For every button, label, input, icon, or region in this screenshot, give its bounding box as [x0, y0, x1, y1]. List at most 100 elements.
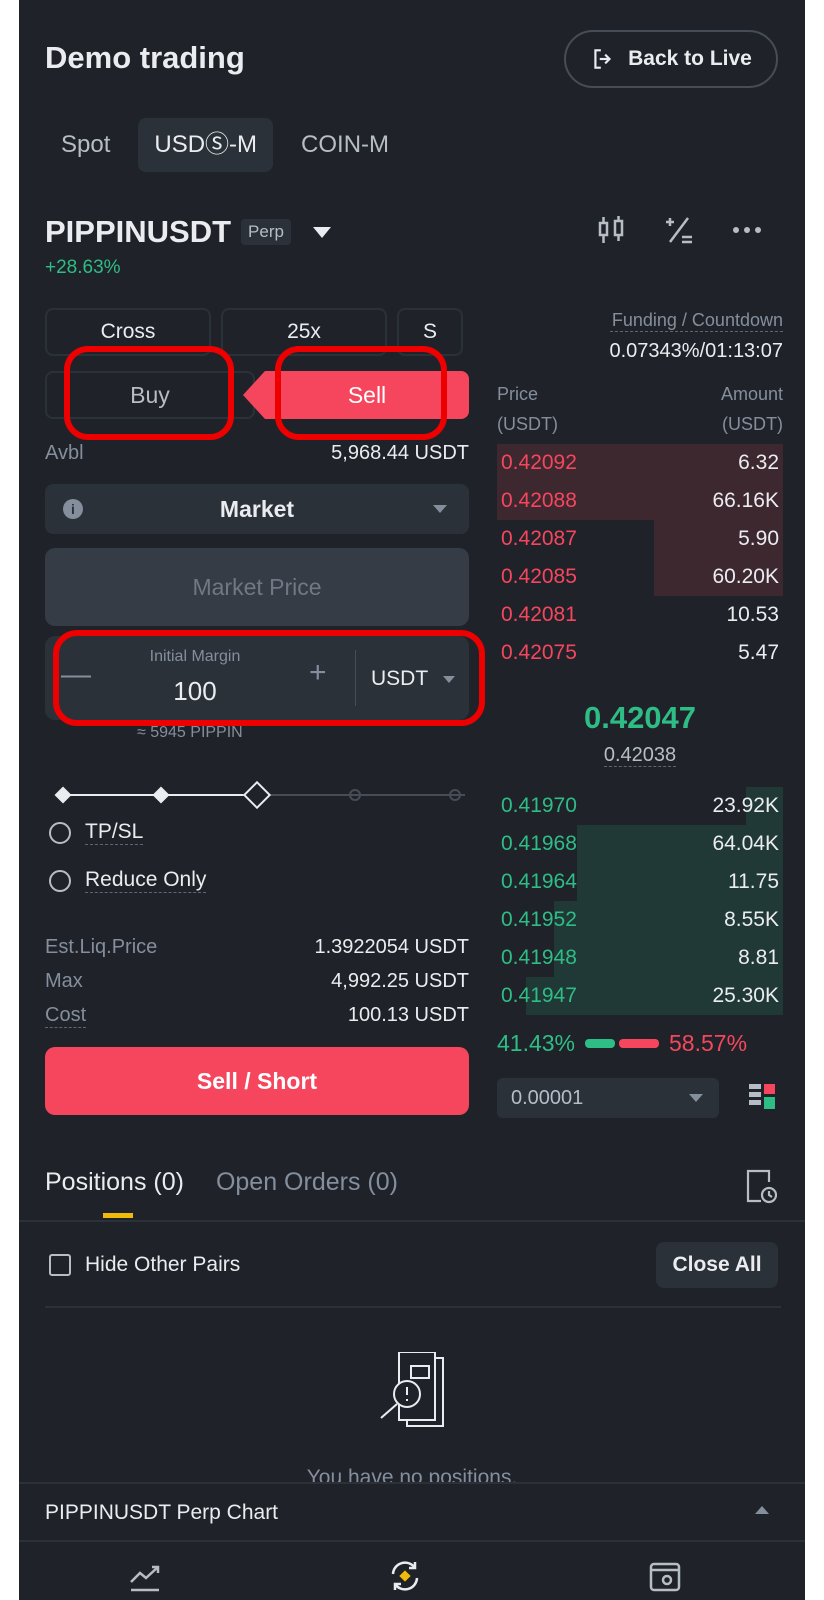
empty-document-icon	[380, 1352, 444, 1427]
bid-row[interactable]: 0.41968 64.04K	[497, 825, 783, 863]
max-value: 4,992.25 USDT	[331, 970, 469, 992]
slider-track	[257, 794, 465, 796]
max-row: Max 4,992.25 USDT	[45, 970, 469, 993]
chevron-up-icon[interactable]	[755, 1506, 769, 1514]
avbl-value: 5,968.44 USDT	[331, 442, 469, 464]
ask-amount: 66.16K	[712, 489, 779, 512]
markets-icon[interactable]	[125, 1556, 165, 1596]
ask-amount: 10.53	[726, 603, 779, 626]
close-all-button[interactable]: Close All	[656, 1242, 778, 1288]
bid-price: 0.41970	[501, 794, 577, 817]
cost-row: Cost 100.13 USDT	[45, 1004, 469, 1028]
bid-row[interactable]: 0.41948 8.81	[497, 939, 783, 977]
slider-step-0[interactable]	[54, 786, 72, 804]
hide-other-pairs-option[interactable]: Hide Other Pairs	[49, 1253, 240, 1277]
ask-amount: 5.47	[738, 641, 779, 664]
sell-short-button[interactable]: Sell / Short	[45, 1047, 469, 1115]
ask-row[interactable]: 0.42092 6.32	[497, 444, 783, 482]
highlight-sell	[275, 346, 447, 440]
tpsl-option[interactable]: TP/SL	[49, 820, 144, 845]
reduce-only-radio[interactable]	[49, 869, 71, 892]
bid-row[interactable]: 0.41947 25.30K	[497, 977, 783, 1015]
sell-ratio-bar	[619, 1039, 660, 1048]
app-root: Demo trading Back to Live Spot USDⓈ-M CO…	[19, 0, 805, 1600]
bid-row[interactable]: 0.41952 8.55K	[497, 901, 783, 939]
chevron-down-icon	[312, 226, 331, 238]
available-balance: Avbl 5,968.44 USDT	[45, 442, 469, 465]
ask-row[interactable]: 0.42085 60.20K	[497, 558, 783, 596]
ask-price: 0.42087	[501, 527, 577, 550]
market-price-field[interactable]: Market Price	[45, 548, 469, 626]
avbl-label: Avbl	[45, 442, 84, 464]
amount-slider[interactable]	[54, 780, 465, 810]
market-tabs: Spot USDⓈ-M COIN-M	[45, 118, 405, 172]
ask-row[interactable]: 0.42088 66.16K	[497, 482, 783, 520]
candlestick-icon[interactable]	[594, 213, 628, 247]
funding-label[interactable]: Funding / Countdown	[609, 310, 783, 332]
wallet-icon[interactable]	[645, 1556, 685, 1596]
tpsl-radio[interactable]	[49, 821, 71, 844]
amount-unit: (USDT)	[722, 414, 783, 434]
highlight-margin	[53, 630, 485, 726]
bid-amount: 23.92K	[712, 794, 779, 817]
price-unit: (USDT)	[497, 414, 558, 434]
chart-drawer[interactable]: PIPPINUSDT Perp Chart	[19, 1482, 805, 1540]
precision-select[interactable]: 0.00001	[497, 1078, 719, 1118]
ask-price: 0.42075	[501, 641, 577, 664]
bid-amount: 64.04K	[712, 832, 779, 855]
history-icon[interactable]	[745, 1168, 777, 1204]
bid-price: 0.41964	[501, 870, 577, 893]
reduce-only-option[interactable]: Reduce Only	[49, 868, 207, 893]
tab-spot[interactable]: Spot	[45, 118, 126, 172]
ask-row[interactable]: 0.42087 5.90	[497, 520, 783, 558]
order-type-select[interactable]: i Market	[45, 484, 469, 534]
orderbook-header: Price (USDT) Amount (USDT)	[497, 379, 783, 439]
bid-amount: 11.75	[728, 870, 779, 893]
pair-toolbar	[594, 213, 764, 247]
ask-price: 0.42088	[501, 489, 577, 512]
pair-selector[interactable]: PIPPINUSDT Perp	[45, 214, 331, 250]
trade-icon[interactable]	[385, 1556, 425, 1596]
bid-price: 0.41952	[501, 908, 577, 931]
cost-value: 100.13 USDT	[347, 1004, 469, 1026]
ask-amount: 5.90	[738, 527, 779, 550]
info-icon[interactable]: i	[63, 499, 83, 519]
pair-symbol: PIPPINUSDT	[45, 214, 232, 249]
ask-price: 0.42085	[501, 565, 577, 588]
perp-tag: Perp	[241, 219, 291, 245]
tab-positions[interactable]: Positions (0)	[45, 1168, 184, 1197]
book-layout-icon[interactable]	[747, 1082, 777, 1112]
tab-usds-m[interactable]: USDⓈ-M	[138, 118, 274, 172]
slider-step-100[interactable]	[449, 789, 461, 801]
active-tab-indicator	[103, 1213, 133, 1218]
chart-drawer-title: PIPPINUSDT Perp Chart	[45, 1501, 279, 1524]
bid-amount: 8.81	[738, 946, 779, 969]
bid-price: 0.41947	[501, 984, 577, 1007]
calculator-icon[interactable]	[662, 213, 696, 247]
ask-amount: 6.32	[738, 451, 779, 474]
slider-handle[interactable]	[242, 780, 272, 810]
ask-price: 0.42092	[501, 451, 577, 474]
back-to-live-button[interactable]: Back to Live	[564, 30, 778, 88]
hide-other-pairs-checkbox[interactable]	[49, 1254, 71, 1276]
bid-row[interactable]: 0.41970 23.92K	[497, 787, 783, 825]
tab-coin-m[interactable]: COIN-M	[285, 118, 405, 172]
more-icon[interactable]	[730, 213, 764, 247]
slider-step-75[interactable]	[349, 789, 361, 801]
mark-price[interactable]: 0.42038	[497, 744, 783, 767]
tpsl-label: TP/SL	[85, 820, 144, 845]
est-liq-value: 1.3922054 USDT	[314, 936, 469, 958]
bid-row[interactable]: 0.41964 11.75	[497, 863, 783, 901]
amount-header[interactable]: Amount	[721, 379, 783, 409]
ask-row[interactable]: 0.42075 5.47	[497, 634, 783, 672]
highlight-buy	[64, 346, 234, 440]
ask-row[interactable]: 0.42081 10.53	[497, 596, 783, 634]
ask-price: 0.42081	[501, 603, 577, 626]
divider	[45, 1306, 781, 1308]
tab-open-orders[interactable]: Open Orders (0)	[216, 1168, 398, 1197]
slider-step-25[interactable]	[152, 786, 170, 804]
bid-amount: 25.30K	[712, 984, 779, 1007]
buy-ratio: 41.43%	[497, 1030, 576, 1056]
hide-other-pairs-label: Hide Other Pairs	[85, 1253, 241, 1276]
order-type-value: Market	[219, 495, 295, 522]
